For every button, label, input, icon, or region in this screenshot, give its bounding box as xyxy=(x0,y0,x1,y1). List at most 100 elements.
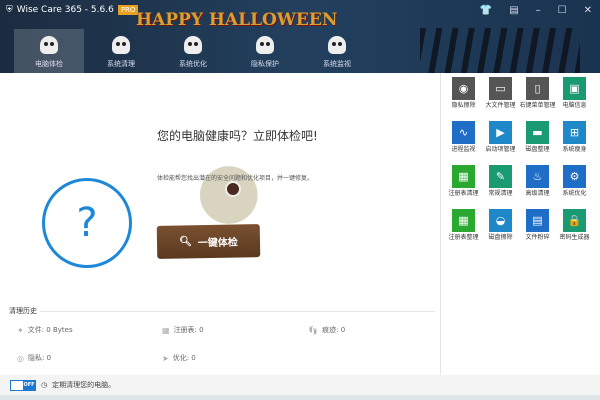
tool-tile[interactable]: ✎ 常规清理 xyxy=(482,165,519,205)
footer-right xyxy=(440,375,600,395)
monitor-icon: ▣ xyxy=(563,77,586,100)
tool-label: 隐私擦除 xyxy=(451,102,476,109)
tool-label: 文件粉碎 xyxy=(525,234,550,241)
tool-tile[interactable]: ◉ 隐私擦除 xyxy=(445,77,482,117)
nav-label: 隐私保护 xyxy=(251,60,279,68)
description: 体检能帮您找出潜在的安全问题和优化项目，并一键修复。 xyxy=(157,175,314,182)
skull-icon xyxy=(256,36,274,54)
nav-tab-1[interactable]: 系统清理 xyxy=(86,29,156,73)
halloween-banner: HAPPY HALLOWEEN xyxy=(136,10,338,30)
mummy-eye xyxy=(225,181,241,197)
history-label: 痕迹: 0 xyxy=(322,326,346,334)
tool-tile[interactable]: ▦ 注册表清理 xyxy=(445,165,482,205)
tool-label: 常规清理 xyxy=(488,190,513,197)
history-optimize: ➤ 优化: 0 xyxy=(162,353,196,363)
gear-icon: ⚙ xyxy=(563,165,586,188)
search-icon: 🔍︎ xyxy=(179,236,192,248)
nav-label: 系统清理 xyxy=(107,60,135,68)
eye-off-icon: ◉ xyxy=(452,77,475,100)
history-label: 注册表: 0 xyxy=(173,326,204,334)
tool-label: 注册表清理 xyxy=(448,190,479,197)
clock-icon: ◷ xyxy=(41,381,48,389)
skull-icon xyxy=(112,36,130,54)
maximize-icon[interactable]: ☐ xyxy=(558,5,567,16)
broom-icon: ✎ xyxy=(489,165,512,188)
divider xyxy=(40,311,435,312)
tool-label: 右键菜单管理 xyxy=(519,102,556,109)
history-traces: 👣︎ 痕迹: 0 xyxy=(308,325,345,335)
tool-label: 启动项管理 xyxy=(485,146,516,153)
footer: OFF ◷ 定期清理您的电脑。 xyxy=(0,375,440,395)
tool-label: 注册表整理 xyxy=(448,234,479,241)
tool-label: 大文件管理 xyxy=(485,102,516,109)
nav-tab-4[interactable]: 系统监视 xyxy=(302,29,372,73)
title-bar: ⛨ Wise Care 365 - 5.6.6 PRO xyxy=(6,5,139,15)
feedback-icon[interactable]: ▤ xyxy=(509,5,518,16)
tool-tile[interactable]: 🔒 密码生成器 xyxy=(556,209,593,249)
main-nav: 电脑体检 系统清理 系统优化 隐私保护 系统监视 xyxy=(14,29,374,73)
disk-erase-icon: ◒ xyxy=(489,209,512,232)
footprint-icon: 👣︎ xyxy=(308,325,319,335)
history-label: 文件: 0 Bytes xyxy=(27,326,73,334)
button-label: 一键体检 xyxy=(197,237,238,250)
app-title: Wise Care 365 - 5.6.6 xyxy=(16,5,114,15)
nav-tab-0[interactable]: 电脑体检 xyxy=(14,29,84,73)
lock-icon: 🔒 xyxy=(563,209,586,232)
zombie-hands-decoration xyxy=(420,28,580,73)
tool-tile[interactable]: ▣ 电脑信息 xyxy=(556,77,593,117)
tool-label: 系统瘦身 xyxy=(562,146,587,153)
headline: 您的电脑健康吗？立即体检吧! xyxy=(157,129,318,143)
windows-icon: ⊞ xyxy=(563,121,586,144)
eye-icon: ◎ xyxy=(17,353,24,363)
play-icon: ▶ xyxy=(489,121,512,144)
tool-tile[interactable]: ▶ 启动项管理 xyxy=(482,121,519,161)
nav-label: 电脑体检 xyxy=(35,60,63,68)
tool-tile[interactable]: ♨ 高级清理 xyxy=(519,165,556,205)
schedule-toggle[interactable]: OFF xyxy=(10,379,36,391)
one-click-check-button[interactable]: 🔍︎ 一键体检 xyxy=(156,224,261,259)
nav-tab-3[interactable]: 隐私保护 xyxy=(230,29,300,73)
nav-label: 系统监视 xyxy=(323,60,351,68)
history-title: 清理历史 xyxy=(9,307,37,315)
tool-tile[interactable]: ▬ 磁盘整理 xyxy=(519,121,556,161)
skull-icon xyxy=(184,36,202,54)
pulse-icon: ∿ xyxy=(452,121,475,144)
header: ⛨ Wise Care 365 - 5.6.6 PRO HAPPY HALLOW… xyxy=(0,0,600,73)
tool-tile[interactable]: ▯ 右键菜单管理 xyxy=(519,77,556,117)
tool-label: 高级清理 xyxy=(525,190,550,197)
tool-tile[interactable]: ⚙ 系统优化 xyxy=(556,165,593,205)
tool-label: 进程监视 xyxy=(451,146,476,153)
skin-icon[interactable]: 👕 xyxy=(480,5,492,16)
tool-tile[interactable]: ▤ 文件粉碎 xyxy=(519,209,556,249)
tool-label: 磁盘擦除 xyxy=(488,234,513,241)
blocks-icon: ▦ xyxy=(452,209,475,232)
nav-label: 系统优化 xyxy=(179,60,207,68)
grid-icon: ▦ xyxy=(452,165,475,188)
tool-tile[interactable]: ◒ 磁盘擦除 xyxy=(482,209,519,249)
vacuum-icon: ♨ xyxy=(526,165,549,188)
schedule-text[interactable]: 定期清理您的电脑。 xyxy=(52,380,115,390)
broom-icon: ✦ xyxy=(17,325,24,335)
tool-tile[interactable]: ▭ 大文件管理 xyxy=(482,77,519,117)
tool-label: 磁盘整理 xyxy=(525,146,550,153)
toggle-state: OFF xyxy=(23,380,35,390)
shredder-icon: ▤ xyxy=(526,209,549,232)
tools-panel: ◉ 隐私擦除 ▭ 大文件管理 ▯ 右键菜单管理 ▣ 电脑信息 ∿ 进程监视 ▶ 启动项管理 ▬ 磁盘整理 ⊞… xyxy=(440,73,600,375)
registry-icon: ▦ xyxy=(162,325,170,335)
history-label: 隐私: 0 xyxy=(27,354,52,362)
main-panel: ? 您的电脑健康吗？立即体检吧! 体检能帮您找出潜在的安全问题和优化项目，并一键… xyxy=(0,73,440,375)
folder-icon: ▭ xyxy=(489,77,512,100)
history-label: 优化: 0 xyxy=(172,354,196,362)
close-icon[interactable]: ✕ xyxy=(584,5,592,16)
minimize-icon[interactable]: – xyxy=(536,5,541,16)
nav-tab-2[interactable]: 系统优化 xyxy=(158,29,228,73)
tool-tile[interactable]: ∿ 进程监视 xyxy=(445,121,482,161)
mouse-icon: ▯ xyxy=(526,77,549,100)
tool-label: 电脑信息 xyxy=(562,102,587,109)
app-logo-icon: ⛨ xyxy=(6,5,13,15)
history-privacy: ◎ 隐私: 0 xyxy=(17,353,51,363)
history-registry: ▦ 注册表: 0 xyxy=(162,325,204,335)
question-icon: ? xyxy=(42,178,132,268)
tool-tile[interactable]: ▦ 注册表整理 xyxy=(445,209,482,249)
tool-tile[interactable]: ⊞ 系统瘦身 xyxy=(556,121,593,161)
